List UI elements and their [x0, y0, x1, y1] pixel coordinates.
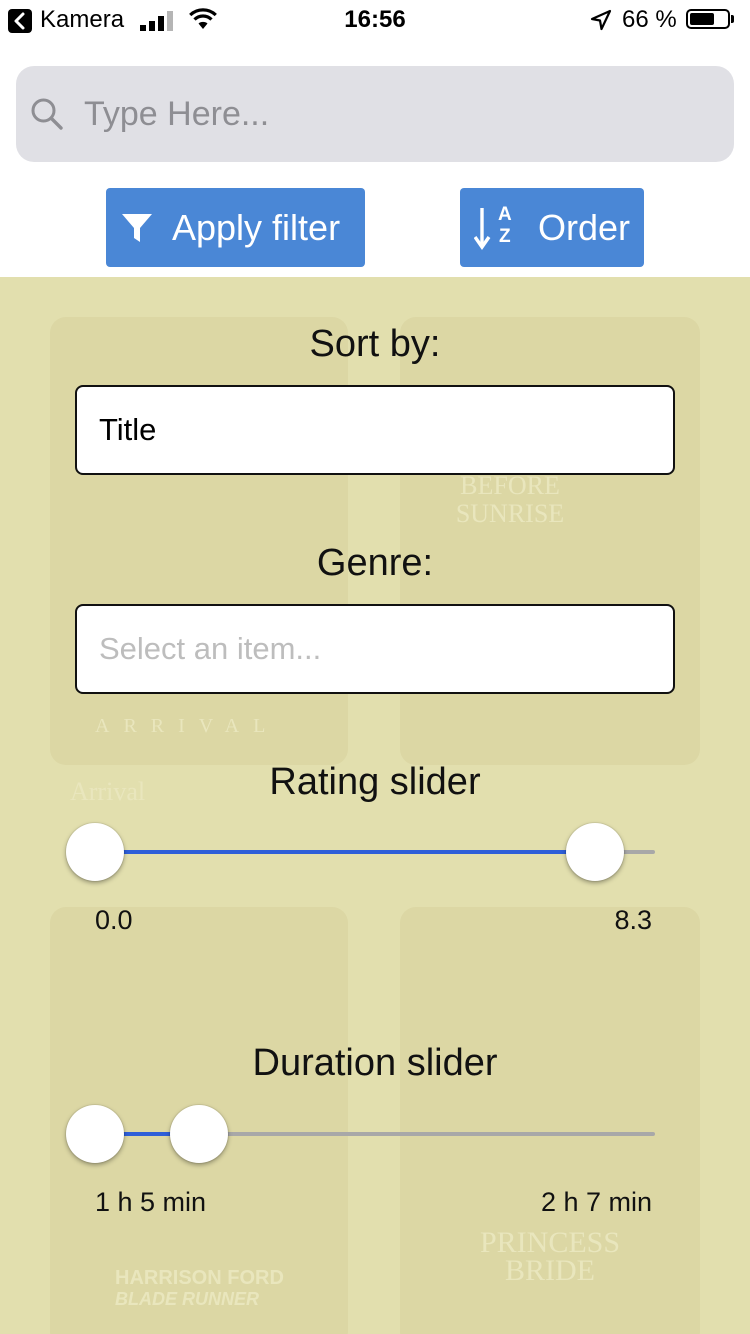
sort-by-label: Sort by: — [309, 323, 441, 365]
duration-slider-max-thumb[interactable] — [169, 1105, 228, 1163]
sort-by-select[interactable]: Title — [75, 385, 675, 475]
rating-slider-max-thumb[interactable] — [565, 823, 624, 881]
genre-select[interactable]: Select an item... — [75, 604, 675, 694]
duration-max-value: 2 h 7 min — [540, 1187, 652, 1217]
sort-letter-bottom: Z — [499, 225, 511, 247]
rating-slider-label: Rating slider — [269, 761, 481, 803]
filter-panel: ARRIVAL Arrival BEFORE SUNRISE HARRISON … — [0, 277, 750, 1334]
apply-filter-label: Apply filter — [172, 206, 341, 248]
poster-title: ARRIVAL — [95, 715, 280, 737]
duration-slider-label: Duration slider — [252, 1042, 498, 1084]
rating-min-value: 0.0 — [95, 905, 133, 935]
battery-icon — [686, 9, 730, 29]
poster-title: BEFORE SUNRISE — [455, 471, 565, 528]
order-label: Order — [538, 206, 631, 248]
duration-min-value: 1 h 5 min — [95, 1187, 207, 1217]
app-screen: Kamera 16:56 66 % Type Here... Apply fil… — [0, 0, 750, 1334]
sort-alpha-icon: A Z — [474, 203, 520, 250]
location-arrow-icon — [590, 9, 612, 38]
rating-max-value: 8.3 — [614, 905, 652, 935]
search-input[interactable] — [84, 88, 684, 140]
rating-slider-min-thumb[interactable] — [66, 823, 124, 881]
poster-title: PRINCESS BRIDE — [479, 1226, 621, 1287]
apply-filter-button[interactable]: Apply filter — [106, 188, 365, 267]
duration-slider-min-thumb[interactable] — [66, 1105, 124, 1163]
poster-title: BLADE RUNNER — [115, 1289, 259, 1309]
genre-label: Genre: — [316, 542, 434, 584]
poster-caption: HARRISON FORD — [115, 1267, 284, 1289]
sort-letter-top: A — [498, 203, 512, 225]
order-button[interactable]: A Z Order — [460, 188, 644, 267]
status-bar: Kamera 16:56 66 % — [0, 0, 750, 40]
search-icon — [30, 97, 64, 136]
rating-slider-range — [95, 850, 595, 854]
battery-percent: 66 % — [622, 6, 677, 33]
filter-funnel-icon — [120, 211, 154, 245]
battery-tip — [731, 15, 734, 23]
